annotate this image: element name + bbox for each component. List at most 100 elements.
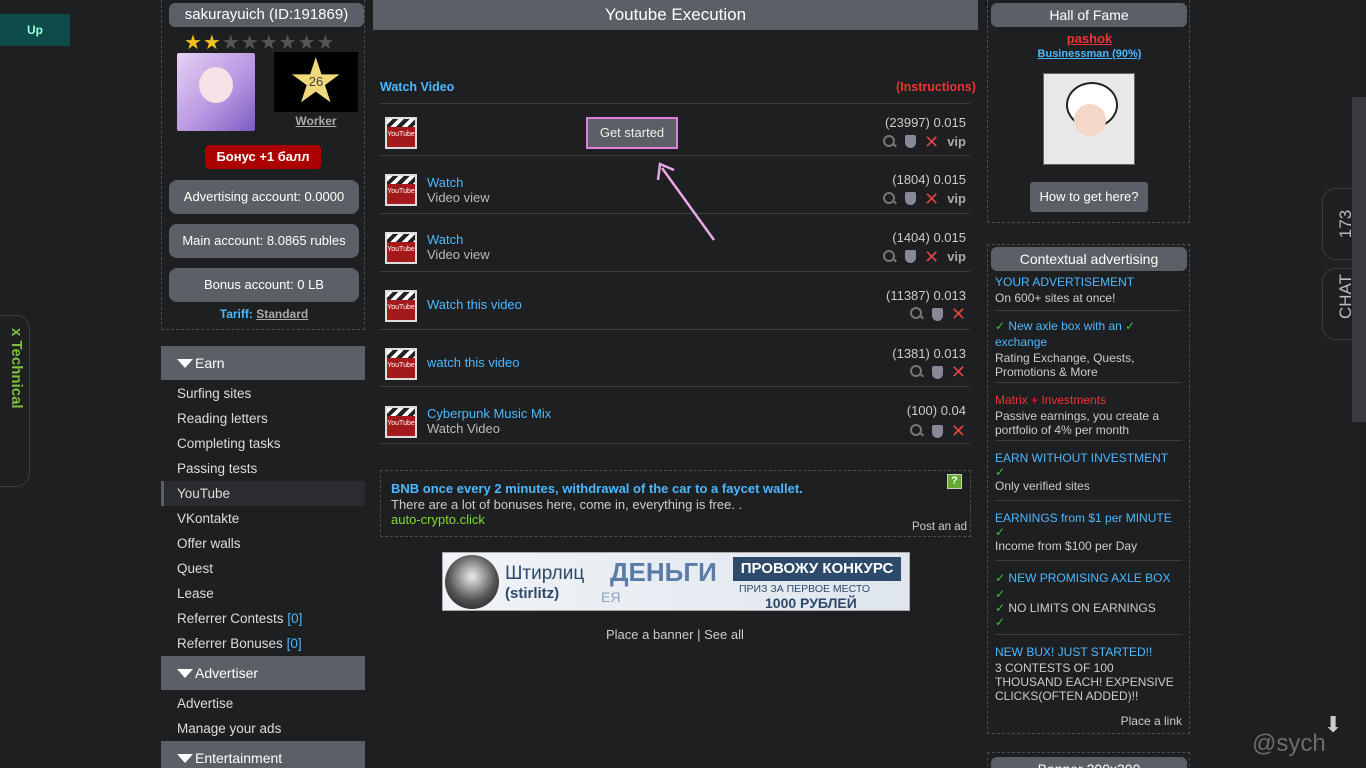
video-price: (1804) 0.015 [892,172,966,187]
see-all-link[interactable]: See all [704,627,744,642]
menu-item-quest[interactable]: Quest [161,556,365,581]
search-icon[interactable] [883,191,897,206]
context-ad-item[interactable]: Matrix + Investments Passive earnings, y… [995,393,1182,441]
video-title[interactable]: Cyberpunk Music Mix [427,406,551,421]
video-row[interactable]: YouTube Watch this video (11387) 0.013 ✕ [380,271,970,323]
download-arrow-icon[interactable]: ⬇ [1324,712,1342,738]
search-icon[interactable] [909,307,924,321]
context-ad-item[interactable]: NEW BUX! JUST STARTED!! 3 CONTESTS OF 10… [995,645,1182,709]
advertising-account[interactable]: Advertising account: 0.0000 [169,180,359,214]
hof-rank[interactable]: Businessman (90%) [988,48,1191,60]
video-title[interactable]: Watch [427,175,463,190]
menu-item-surfing[interactable]: Surfing sites [161,381,365,406]
ad-url[interactable]: auto-crypto.click [391,512,485,527]
banner-200x300-title: Banner 200x300 [991,757,1187,768]
video-row[interactable]: YouTube Cyberpunk Music Mix Watch Video … [380,386,970,444]
check-icon: ✓ [995,525,1006,539]
up-button[interactable]: Up [0,14,70,46]
hof-avatar[interactable] [1043,73,1135,165]
hof-username[interactable]: pashok [988,31,1191,46]
close-icon[interactable]: ✕ [924,190,939,208]
menu-item-vkontakte[interactable]: VKontakte [161,506,365,531]
video-price: (23997) 0.015 [885,115,966,130]
close-icon[interactable]: ✕ [924,133,939,151]
context-ad-title[interactable]: NEW BUX! JUST STARTED!! [995,645,1182,659]
search-icon[interactable] [883,249,897,264]
close-icon[interactable]: ✕ [951,422,966,440]
referrer-bonuses-count: [0] [286,636,302,651]
context-ad-title[interactable]: EARNINGS from $1 per MINUTE [995,511,1182,525]
context-ad-item[interactable]: EARNINGS from $1 per MINUTE ✓ Income fro… [995,511,1182,561]
close-icon[interactable]: ✕ [951,305,966,323]
check-icon: ✓ [1125,319,1136,333]
context-ad-desc: On 600+ sites at once! [995,291,1116,305]
menu-item-advertise[interactable]: Advertise [161,691,365,716]
role-link[interactable]: Worker [274,114,358,128]
tariff-value[interactable]: Standard [256,307,308,321]
shield-icon[interactable] [931,365,943,379]
search-icon[interactable] [909,365,924,379]
close-icon[interactable]: ✕ [951,363,966,381]
place-link[interactable]: Place a link [1121,714,1182,728]
context-ad-item[interactable]: ✓ New axle box with an ✓ exchange Rating… [995,319,1182,383]
search-icon[interactable] [909,424,924,438]
banner-prize-line: ПРИЗ ЗА ПЕРВОЕ МЕСТО [739,583,871,595]
menu-entertainment-header[interactable]: Entertainment [161,741,365,768]
main-account[interactable]: Main account: 8.0865 rubles [169,224,359,258]
context-ad-item[interactable]: YOUR ADVERTISEMENT On 600+ sites at once… [995,275,1182,311]
close-icon[interactable]: ✕ [924,248,939,266]
context-ad-title[interactable]: Matrix + Investments [995,393,1182,407]
context-ad-title[interactable]: New axle box with an [1008,319,1121,333]
menu-item-completing-tasks[interactable]: Completing tasks [161,431,365,456]
help-icon[interactable]: ? [947,474,962,489]
menu-item-offer-walls[interactable]: Offer walls [161,531,365,556]
instructions-link[interactable]: (Instructions) [896,80,976,94]
video-title[interactable]: watch this video [427,355,520,370]
video-title[interactable]: Watch this video [427,297,522,312]
context-ad-item[interactable]: EARN WITHOUT INVESTMENT ✓ Only verified … [995,451,1182,501]
menu-item-passing-tests[interactable]: Passing tests [161,456,365,481]
menu-item-lease[interactable]: Lease [161,581,365,606]
ad-headline[interactable]: BNB once every 2 minutes, withdrawal of … [391,481,803,496]
context-ad-item[interactable]: ✓ NEW PROMISING AXLE BOX ✓ ✓ NO LIMITS O… [995,571,1182,635]
menu-advertiser-header[interactable]: Advertiser [161,656,365,690]
level-number: 26 [308,74,324,89]
banner-ad[interactable]: Штирлиц (stirlitz) ДЕНЬГИ ЕЯ ПРОВОЖУ КОН… [442,552,910,611]
menu-item-youtube[interactable]: YouTube [161,481,365,506]
place-banner-link[interactable]: Place a banner [606,627,693,642]
menu-item-reading-letters[interactable]: Reading letters [161,406,365,431]
technical-tab[interactable]: x Technical [0,315,30,487]
hall-of-fame-title: Hall of Fame [991,3,1187,27]
shield-icon[interactable] [905,250,917,263]
menu-item-manage-ads[interactable]: Manage your ads [161,716,365,741]
menu-item-referrer-bonuses[interactable]: Referrer Bonuses [0] [161,631,365,656]
shield-icon[interactable] [905,192,917,205]
video-title[interactable]: Watch [427,232,463,247]
video-row[interactable]: YouTube watch this video (1381) 0.013 ✕ [380,329,970,381]
video-price: (100) 0.04 [906,403,966,418]
text-ad[interactable]: BNB once every 2 minutes, withdrawal of … [380,470,971,537]
shield-icon[interactable] [905,135,917,148]
get-started-button[interactable]: Get started [586,117,678,149]
youtube-icon: YouTube [385,174,417,206]
how-to-get-here-button[interactable]: How to get here? [1030,182,1148,212]
watch-video-link[interactable]: Watch Video [380,80,454,94]
avatar[interactable] [177,53,255,131]
scrollbar-thumb[interactable] [1352,97,1366,422]
bonus-account[interactable]: Bonus account: 0 LB [169,268,359,302]
context-ad-title[interactable]: YOUR ADVERTISEMENT [995,275,1182,289]
shield-icon[interactable] [931,307,943,321]
shield-icon[interactable] [931,424,943,438]
context-ad-title[interactable]: NEW PROMISING AXLE BOX [1008,571,1170,585]
context-ad-title[interactable]: EARN WITHOUT INVESTMENT [995,451,1182,465]
check-icon: ✓ [995,465,1006,479]
video-price: (1381) 0.013 [892,346,966,361]
post-ad-link[interactable]: Post an ad [912,521,967,533]
referrer-contests-count: [0] [287,611,303,626]
bonus-button[interactable]: Бонус +1 балл [205,145,321,169]
banner-money-sub: ЕЯ [601,589,621,605]
search-icon[interactable] [883,134,897,149]
menu-item-referrer-contests[interactable]: Referrer Contests [0] [161,606,365,631]
context-ad-title-2[interactable]: exchange [995,335,1182,349]
menu-earn-header[interactable]: Earn [161,346,365,380]
